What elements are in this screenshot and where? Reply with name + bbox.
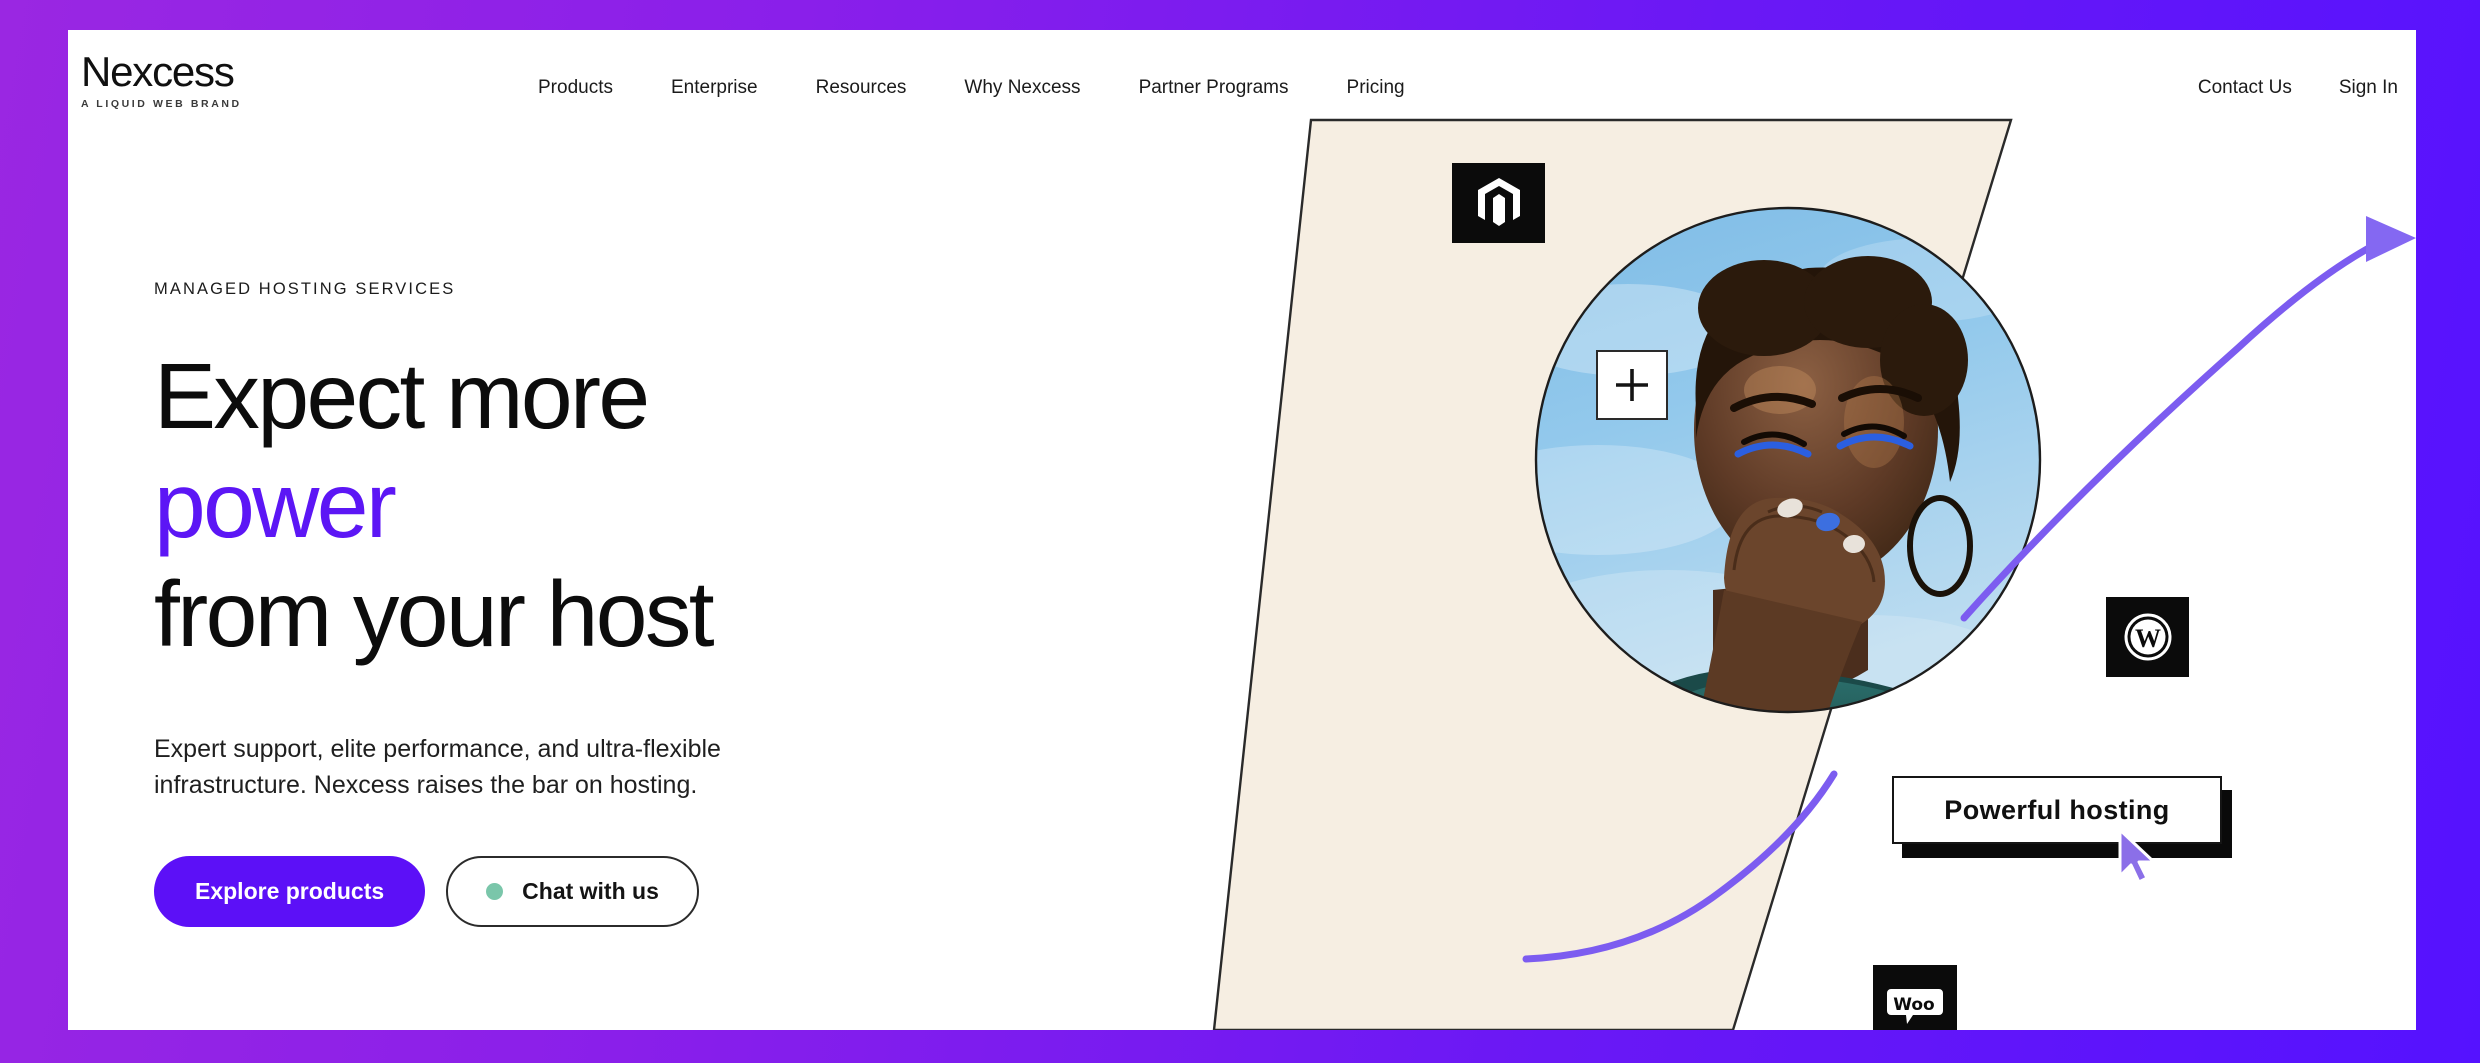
logo-wordmark: Nexcess (81, 48, 235, 95)
hero-eyebrow: MANAGED HOSTING SERVICES (154, 280, 456, 298)
hero-cta-row: Explore products Chat with us (154, 855, 874, 927)
online-status-dot-icon (486, 882, 504, 900)
wordpress-badge: W (2106, 597, 2189, 677)
headline-line-3: from your host (154, 561, 715, 666)
nav-item-enterprise[interactable]: Enterprise (642, 77, 787, 99)
hero-copy: MANAGED HOSTING SERVICES Expect more pow… (154, 280, 874, 927)
hero-headline: Expect more power from your host (154, 342, 874, 668)
nav-item-resources[interactable]: Resources (787, 77, 936, 99)
headline-line-2-accent: power (154, 452, 397, 557)
wordpress-icon: W (2124, 613, 2171, 661)
magento-badge (1452, 163, 1545, 243)
magento-icon (1477, 178, 1520, 226)
powerful-hosting-card[interactable]: Powerful hosting (1892, 776, 2222, 844)
headline-line-1: Expect more (154, 344, 650, 448)
purple-frame: Nexcess A LIQUID WEB BRAND Products Ente… (0, 0, 2480, 1063)
plus-icon (1616, 369, 1648, 401)
logo-tagline: A LIQUID WEB BRAND (81, 98, 242, 110)
page-content: Nexcess A LIQUID WEB BRAND Products Ente… (68, 30, 2416, 1030)
purple-arrow-head (2366, 216, 2416, 262)
chat-with-us-label: Chat with us (522, 877, 659, 904)
svg-text:W: W (2135, 624, 2161, 653)
woo-icon: Woo (1887, 989, 1943, 1024)
hero-artwork: W Woo Powerful hosting (1168, 30, 2416, 1030)
nav-item-products[interactable]: Products (509, 77, 642, 99)
hero-art-svg (1212, 118, 2416, 1030)
svg-text:Woo: Woo (1893, 995, 1935, 1015)
woocommerce-badge: Woo (1873, 965, 1957, 1030)
explore-products-button[interactable]: Explore products (154, 855, 426, 927)
nav-item-why-nexcess[interactable]: Why Nexcess (935, 77, 1109, 99)
hero-subtext: Expert support, elite performance, and u… (154, 734, 721, 800)
nexcess-logo[interactable]: Nexcess A LIQUID WEB BRAND (81, 48, 291, 111)
plus-box-icon[interactable] (1596, 350, 1668, 420)
powerful-hosting-label: Powerful hosting (1944, 794, 2170, 825)
chat-with-us-button[interactable]: Chat with us (446, 855, 699, 927)
